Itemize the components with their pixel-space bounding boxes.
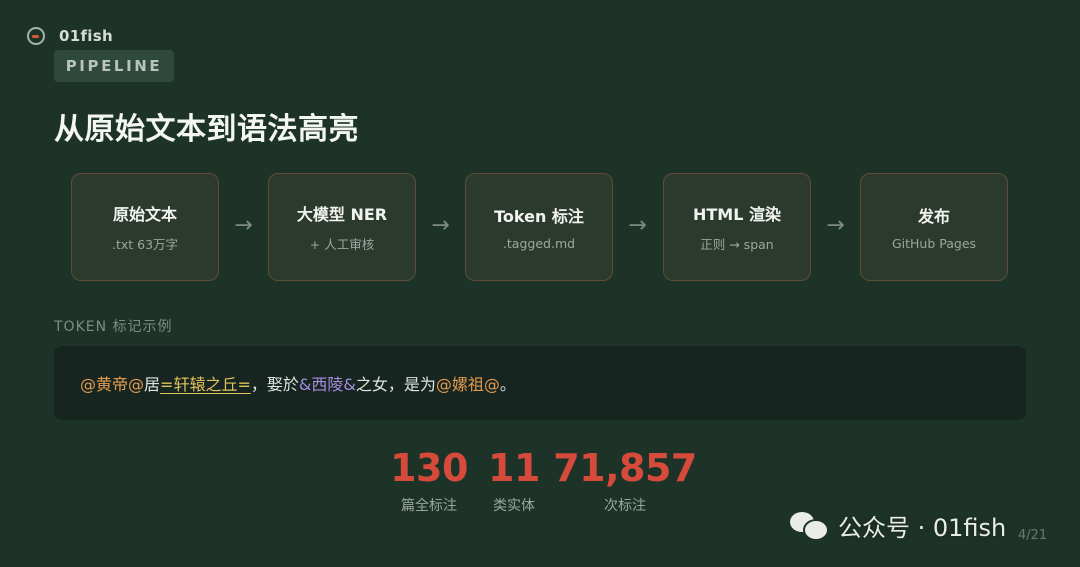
arrow-icon: → <box>628 213 647 238</box>
stat-value: 130 <box>390 446 468 490</box>
stat-docs: 130 篇全标注 <box>390 446 468 515</box>
page-indicator: 4/21 <box>1018 528 1048 543</box>
fish-logo-icon <box>27 27 45 45</box>
step-subtitle: GitHub Pages <box>891 236 977 251</box>
watermark: 公众号 · 01fish <box>790 505 1006 545</box>
arrow-icon: → <box>826 213 845 238</box>
brand: 01fish <box>27 26 113 46</box>
arrow-icon: → <box>431 213 450 238</box>
brand-name: 01fish <box>59 27 113 45</box>
pipeline-step-publish: 发布 GitHub Pages <box>860 173 1008 281</box>
pipeline-step-ner: 大模型 NER + 人工审核 <box>268 173 416 281</box>
pipeline-step-token: Token 标注 .tagged.md <box>465 173 613 281</box>
step-subtitle: .tagged.md <box>502 236 576 251</box>
step-title: 原始文本 <box>112 205 177 224</box>
step-title: HTML 渲染 <box>693 205 781 224</box>
step-subtitle: 正则 → span <box>700 237 774 252</box>
token-person: @黄帝@ <box>80 375 145 394</box>
wechat-icon <box>790 510 829 541</box>
token-example-box: @黄帝@ 居 =轩辕之丘= ，娶於 &西陵& 之女，是为 @嫘祖@。 <box>54 346 1026 420</box>
arrow-icon: → <box>234 213 253 238</box>
stat-value: 71,857 <box>553 446 697 490</box>
page-title: 从原始文本到语法高亮 <box>54 112 359 147</box>
step-title: Token 标注 <box>494 207 584 226</box>
token-plain: 居 <box>144 375 161 394</box>
token-person: @嫘祖@ <box>435 375 500 394</box>
token-clan: &西陵& <box>298 375 356 394</box>
section-badge: PIPELINE <box>54 50 174 82</box>
step-subtitle: + 人工审核 <box>309 237 375 252</box>
token-plain: ，娶於 <box>250 375 299 394</box>
pipeline-diagram: 原始文本 .txt 63万字 → 大模型 NER + 人工审核 → Token … <box>71 173 1009 281</box>
step-subtitle: .txt 63万字 <box>111 237 179 252</box>
token-plain: 。 <box>499 375 516 394</box>
stat-value: 11 <box>488 446 540 490</box>
step-title: 大模型 NER <box>296 205 388 224</box>
pipeline-step-html: HTML 渲染 正则 → span <box>663 173 811 281</box>
stat-label: 类实体 <box>493 498 535 514</box>
section-label: TOKEN 标记示例 <box>54 319 173 335</box>
stat-annotations: 71,857 次标注 <box>553 446 697 515</box>
step-title: 发布 <box>917 207 950 226</box>
token-place: =轩辕之丘= <box>160 375 251 394</box>
slide: 01fish PIPELINE 从原始文本到语法高亮 原始文本 .txt 63万… <box>0 0 1080 567</box>
watermark-text: 公众号 · 01fish <box>838 513 1007 542</box>
stat-entity-types: 11 类实体 <box>488 446 540 515</box>
stat-label: 篇全标注 <box>401 498 457 514</box>
stat-label: 次标注 <box>604 498 646 514</box>
token-plain: 之女，是为 <box>355 375 436 394</box>
pipeline-step-raw-text: 原始文本 .txt 63万字 <box>71 173 219 281</box>
